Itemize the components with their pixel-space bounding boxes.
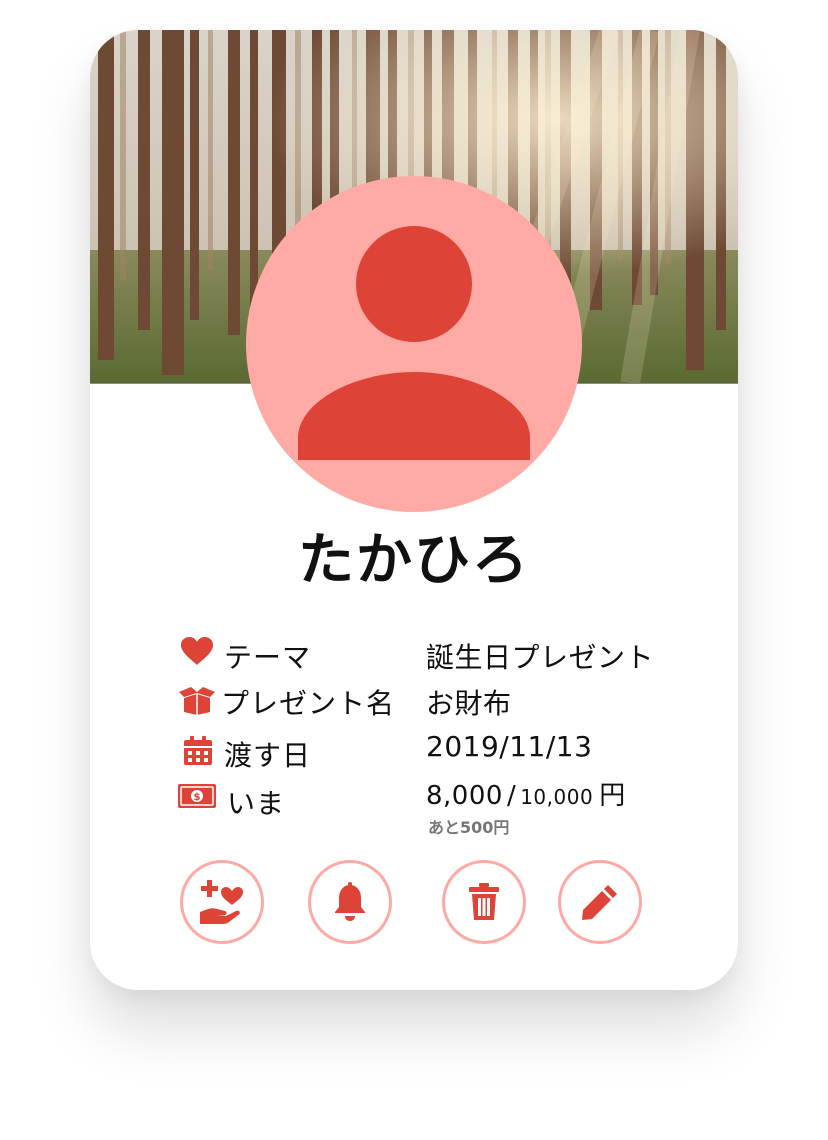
current-amount: 8,000 <box>426 781 503 811</box>
heart-icon <box>181 637 213 665</box>
trash-icon <box>469 883 499 920</box>
delete-button[interactable] <box>442 860 526 944</box>
pencil-icon <box>582 885 617 920</box>
remaining-amount: あと500円 <box>428 818 510 837</box>
bell-icon <box>335 882 365 921</box>
gift-label: プレゼント名 <box>221 687 396 720</box>
gift-details: テーマ 誕生日プレゼント プレゼント名 お財布 渡す日 2019/11/13 $… <box>90 30 738 990</box>
money-label: いま <box>227 787 286 820</box>
currency-unit: 円 <box>599 781 626 811</box>
calendar-icon <box>184 736 212 765</box>
amount-separator: / <box>506 781 517 811</box>
profile-card: たかひろ テーマ 誕生日プレゼント プレゼント名 お財布 渡す日 2019/11… <box>90 30 738 990</box>
target-amount: 10,000 <box>520 785 594 809</box>
edit-button[interactable] <box>558 860 642 944</box>
money-value: 8,000/10,000 円 <box>426 775 626 812</box>
theme-label: テーマ <box>224 641 312 674</box>
notify-button[interactable] <box>308 860 392 944</box>
hand-heart-plus-icon <box>200 880 243 924</box>
gift-value: お財布 <box>426 687 512 720</box>
open-box-icon <box>179 687 215 715</box>
date-label: 渡す日 <box>224 739 312 772</box>
donate-button[interactable] <box>180 860 264 944</box>
money-bill-icon: $ <box>178 784 216 808</box>
svg-text:$: $ <box>194 792 201 803</box>
date-value: 2019/11/13 <box>426 730 593 763</box>
theme-value: 誕生日プレゼント <box>426 641 655 674</box>
